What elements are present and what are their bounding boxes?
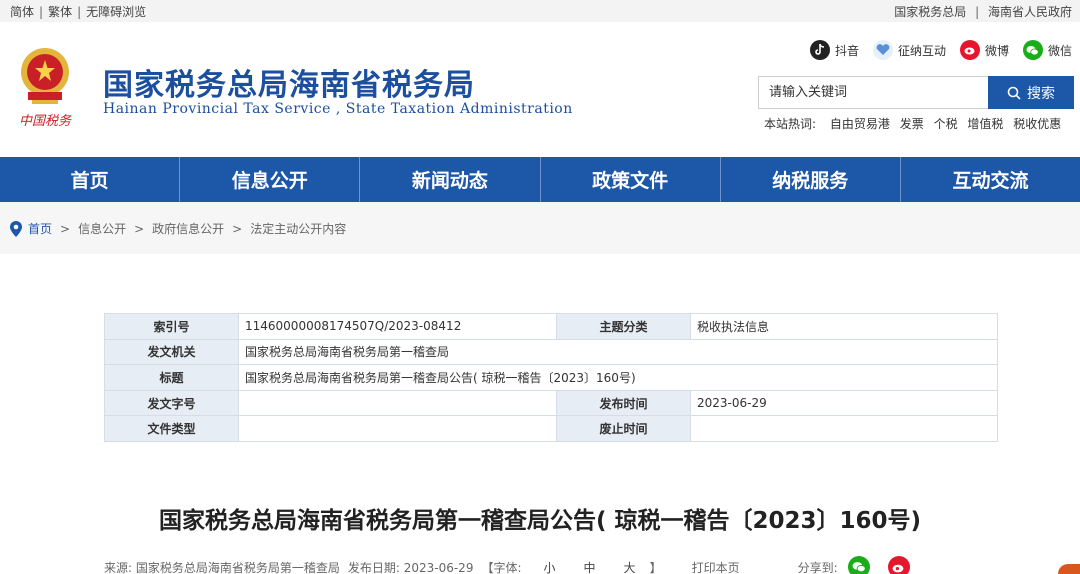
tax-emblem-icon[interactable]: 中国税务 [12,42,78,132]
social-douyin[interactable]: 抖音 [809,40,859,60]
pubdate-label: 发布时间 [556,389,691,417]
site-title-english: Hainan Provincial Tax Service , State Ta… [103,101,573,117]
traditional-link[interactable]: 繁体 [48,5,72,19]
expire-value [690,415,998,442]
article-date: 发布日期: 2023-06-29 [347,560,474,574]
title-value: 国家税务总局海南省税务局第一稽查局公告( 琼税一稽告〔2023〕160号) [238,364,998,391]
share-wechat-icon[interactable] [847,556,870,574]
hainan-gov-link[interactable]: 海南省人民政府 [988,5,1072,19]
interaction-icon [872,40,893,60]
share-weibo-icon[interactable] [887,556,910,574]
title-label: 标题 [104,364,239,391]
share-label: 分享到: [797,560,838,574]
social-weibo-label: 微博 [984,43,1009,58]
font-medium-button[interactable]: 中 [584,559,596,574]
top-utility-bar: 简体 | 繁体 | 无障碍浏览 国家税务总局 | 海南省人民政府 [0,0,1080,22]
hot-word[interactable]: 税收优惠 [1013,117,1061,131]
corner-decoration [1058,564,1080,574]
breadcrumb-info-disclosure[interactable]: 信息公开 [78,220,126,237]
hot-words-label: 本站热词: [764,117,817,131]
hot-word[interactable]: 自由贸易港 [830,117,890,131]
search-bar: 搜索 [758,76,1074,109]
expire-label: 废止时间 [556,415,691,442]
nav-home[interactable]: 首页 [0,157,181,202]
nav-tax-service[interactable]: 纳税服务 [721,157,901,202]
search-button-label: 搜索 [1027,85,1055,102]
douyin-icon [809,40,830,60]
hot-word[interactable]: 个税 [934,117,958,131]
doctype-value [238,415,557,442]
nav-news[interactable]: 新闻动态 [360,157,541,202]
article-title: 国家税务总局海南省税务局第一稽查局公告( 琼税一稽告〔2023〕160号) [158,508,922,534]
nav-info-disclosure[interactable]: 信息公开 [180,157,361,202]
table-row: 发文机关 国家税务总局海南省税务局第一稽查局 [104,338,998,366]
social-interaction[interactable]: 征纳互动 [872,40,946,60]
social-interaction-label: 征纳互动 [897,43,946,58]
social-wechat[interactable]: 微信 [1022,40,1072,60]
font-size-close: 】 [649,560,662,574]
sat-link[interactable]: 国家税务总局 [894,5,966,19]
search-icon [1007,86,1021,100]
pubdate-value: 2023-06-29 [690,389,998,417]
font-small-button[interactable]: 小 [544,559,556,574]
location-pin-icon [10,220,22,237]
social-douyin-label: 抖音 [834,43,859,58]
wechat-icon [1022,40,1043,60]
breadcrumb: 首页 > 信息公开 > 政府信息公开 > 法定主动公开内容 [10,220,346,237]
main-nav: 首页 信息公开 新闻动态 政策文件 纳税服务 互动交流 [0,157,1080,202]
site-title[interactable]: 国家税务总局海南省税务局 [103,60,475,104]
table-row: 索引号 11460000008174507Q/2023-08412 主题分类 税… [104,313,998,340]
breadcrumb-gov-info[interactable]: 政府信息公开 [152,220,224,237]
search-button[interactable]: 搜索 [988,76,1074,109]
issuer-value: 国家税务总局海南省税务局第一稽查局 [238,338,998,366]
external-links: 国家税务总局 | 海南省人民政府 [894,5,1072,19]
social-weibo[interactable]: 微博 [959,40,1009,60]
index-value: 11460000008174507Q/2023-08412 [238,313,557,340]
hot-word[interactable]: 增值税 [967,117,1003,131]
article-meta: 来源: 国家税务总局海南省税务局第一稽查局 发布日期: 2023-06-29 【… [104,556,1004,574]
site-header: 中国税务 国家税务总局海南省税务局 Hainan Provincial Tax … [0,22,1080,157]
accessible-link[interactable]: 无障碍浏览 [86,5,146,19]
language-links: 简体 | 繁体 | 无障碍浏览 [10,5,147,19]
hot-word[interactable]: 发票 [900,117,924,131]
font-large-button[interactable]: 大 [624,559,636,574]
article-source: 来源: 国家税务总局海南省税务局第一稽查局 [104,560,340,574]
nav-policy[interactable]: 政策文件 [541,157,721,202]
document-info-table: 索引号 11460000008174507Q/2023-08412 主题分类 税… [104,313,998,442]
breadcrumb-home[interactable]: 首页 [28,220,52,237]
breadcrumb-bar: 首页 > 信息公开 > 政府信息公开 > 法定主动公开内容 [0,202,1080,254]
nav-interaction[interactable]: 互动交流 [901,157,1080,202]
table-row: 文件类型 废止时间 [104,415,998,442]
index-label: 索引号 [104,313,239,340]
social-links: 抖音 征纳互动 微博 微信 [796,40,1072,60]
issuer-label: 发文机关 [104,338,239,366]
table-row: 标题 国家税务总局海南省税务局第一稽查局公告( 琼税一稽告〔2023〕160号) [104,364,998,391]
font-size-label: 【字体: [481,560,522,574]
doctype-label: 文件类型 [104,415,239,442]
svg-text:中国税务: 中国税务 [19,114,72,129]
docno-label: 发文字号 [104,389,239,417]
hot-words: 本站热词: 自由贸易港 发票 个税 增值税 税收优惠 [764,115,1067,132]
category-label: 主题分类 [556,313,691,340]
simplified-link[interactable]: 简体 [10,5,34,19]
breadcrumb-current[interactable]: 法定主动公开内容 [250,220,346,237]
category-value: 税收执法信息 [690,313,998,340]
social-wechat-label: 微信 [1047,43,1072,58]
search-input[interactable] [758,76,988,109]
weibo-icon [959,40,980,60]
print-button[interactable]: 打印本页 [692,559,740,574]
docno-value [238,389,557,417]
table-row: 发文字号 发布时间 2023-06-29 [104,389,998,417]
